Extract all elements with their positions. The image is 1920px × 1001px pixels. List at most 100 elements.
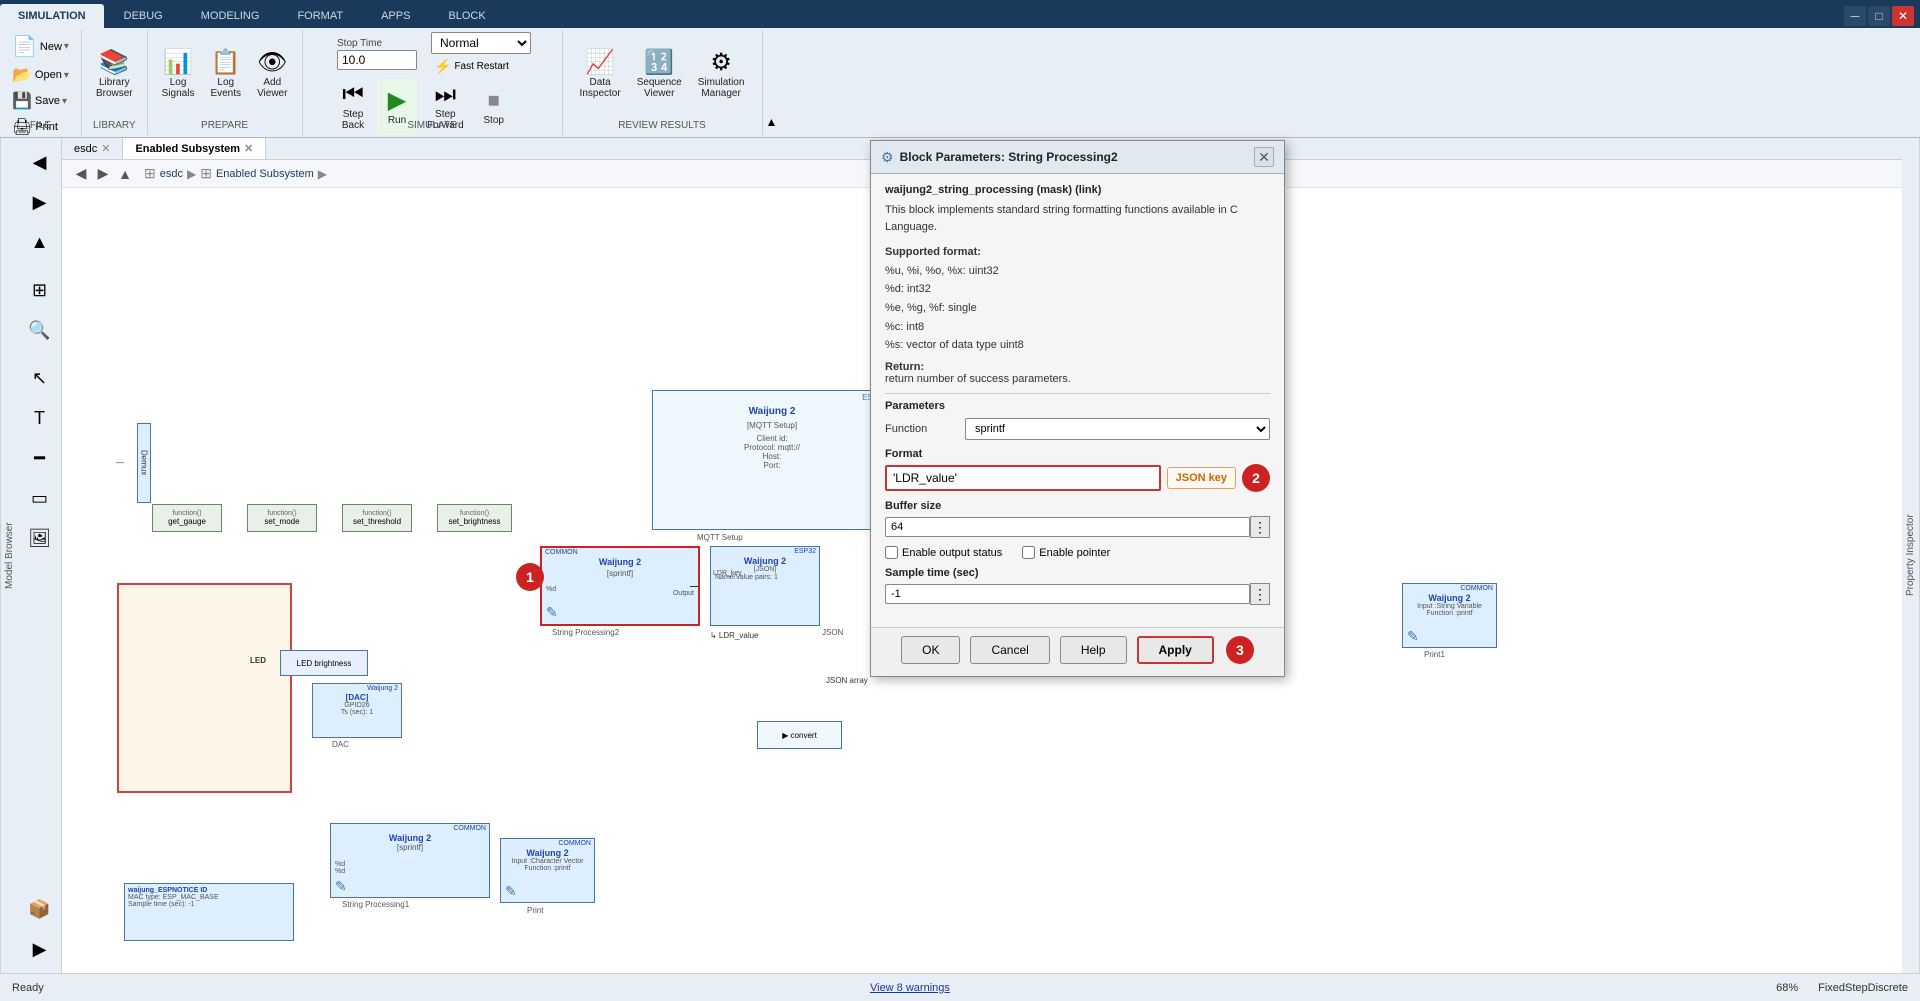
annotation-2: 2: [1242, 464, 1270, 492]
print1-block[interactable]: COMMON Waijung 2 Input :String VariableF…: [1402, 583, 1497, 648]
status-zoom: 68%: [1776, 982, 1798, 994]
tab-apps[interactable]: APPS: [363, 4, 428, 28]
waijung-mac-block[interactable]: waijung_ESPNOTICE ID MAC type: ESP_MAC_B…: [124, 883, 294, 941]
sensor-group-box: [117, 583, 292, 793]
sequence-viewer-button[interactable]: 🔢 SequenceViewer: [631, 47, 688, 103]
enable-pointer-input[interactable]: [1022, 546, 1035, 559]
status-mode: FixedStepDiscrete: [1818, 982, 1908, 994]
sidebar-navigate-fwd-btn[interactable]: ▶: [22, 184, 58, 220]
sidebar-zoom-in-btn[interactable]: 🔍: [22, 312, 58, 348]
sidebar-text-btn[interactable]: T: [22, 400, 58, 436]
dialog-return-section: Return: return number of success paramet…: [885, 361, 1270, 385]
dialog-description: This block implements standard string fo…: [885, 202, 1270, 235]
close-btn[interactable]: ✕: [1892, 6, 1914, 26]
mqtt-setup-block[interactable]: ESP32 Waijung 2 [MQTT Setup] Client id:P…: [652, 390, 892, 530]
help-button[interactable]: Help: [1060, 636, 1127, 664]
add-viewer-button[interactable]: 👁 AddViewer: [251, 47, 293, 103]
data-inspector-button[interactable]: 📈 DataInspector: [574, 47, 627, 103]
breadcrumb-subsystem[interactable]: Enabled Subsystem: [216, 168, 314, 180]
enable-pointer-checkbox[interactable]: Enable pointer: [1022, 546, 1110, 559]
led-brightness-block[interactable]: LED brightness: [280, 650, 368, 676]
dac-label: DAC: [332, 740, 349, 749]
tab-format[interactable]: FORMAT: [279, 4, 361, 28]
stop-time-input[interactable]: [337, 50, 417, 70]
enable-output-status-input[interactable]: [885, 546, 898, 559]
left-sidebar: ◀ ▶ ▲ ⊞ 🔍 ↖ T ━ ▭ 🖼 📦 ▶: [18, 138, 62, 973]
sidebar-image-btn[interactable]: 🖼: [22, 520, 58, 556]
sidebar-up-btn[interactable]: ▲: [22, 224, 58, 260]
breadcrumb-root[interactable]: esdc: [160, 168, 183, 180]
nav-up-btn[interactable]: ▲: [114, 163, 136, 185]
tab-simulation[interactable]: SIMULATION: [0, 4, 104, 28]
format-input-row: JSON key 2: [885, 464, 1270, 492]
simulate-group-label: SIMULATE: [303, 120, 562, 131]
ribbon-group-library: 📚 LibraryBrowser LIBRARY: [82, 30, 148, 135]
fast-restart-button[interactable]: ⚡ Fast Restart: [431, 57, 531, 76]
buffer-size-label: Buffer size: [885, 500, 1270, 512]
led-label: LED: [250, 656, 266, 665]
simulation-manager-button[interactable]: ⚙ SimulationManager: [692, 47, 751, 103]
minimize-btn[interactable]: ─: [1844, 6, 1866, 26]
tab-debug[interactable]: DEBUG: [106, 4, 181, 28]
enable-output-status-checkbox[interactable]: Enable output status: [885, 546, 1002, 559]
mqtt-setup-label: MQTT Setup: [697, 533, 743, 542]
nav-fwd-btn[interactable]: ▶: [92, 163, 114, 185]
json-output-label: JSON array: [826, 676, 868, 685]
maximize-btn[interactable]: □: [1868, 6, 1890, 26]
convert-block[interactable]: ▶ convert: [757, 721, 842, 749]
sidebar-library-btn[interactable]: 📦: [22, 891, 58, 927]
new-button[interactable]: 📄 New ▾: [8, 32, 73, 61]
sidebar-cursor-btn[interactable]: ↖: [22, 360, 58, 396]
dialog-body: waijung2_string_processing (mask) (link)…: [871, 174, 1284, 627]
ribbon-collapse-btn[interactable]: ▲: [763, 113, 781, 131]
dialog-close-btn[interactable]: ✕: [1254, 147, 1274, 167]
function-select[interactable]: sprintf sscanf: [965, 418, 1270, 440]
canvas-tab-enabled-subsystem[interactable]: Enabled Subsystem ✕: [123, 138, 266, 159]
ribbon-group-simulate: Stop Time Normal Accelerator Rapid Accel…: [303, 30, 563, 135]
log-events-button[interactable]: 📋 LogEvents: [204, 47, 247, 103]
status-warnings[interactable]: View 8 warnings: [870, 982, 950, 994]
nav-back-btn[interactable]: ◀: [70, 163, 92, 185]
print-label: Print: [527, 906, 543, 915]
string-processing1-block[interactable]: COMMON Waijung 2 [sprintf] %d%d ✎: [330, 823, 490, 898]
buffer-size-dropdown-btn[interactable]: ⋮: [1250, 516, 1270, 538]
library-browser-button[interactable]: 📚 LibraryBrowser: [90, 47, 139, 103]
json-block[interactable]: ESP32 Waijung 2 [JSON] Name/Value pairs:…: [710, 546, 820, 626]
model-browser-panel[interactable]: Model Browser: [0, 138, 18, 973]
tab-modeling[interactable]: MODELING: [183, 4, 278, 28]
sidebar-run-small-btn[interactable]: ▶: [22, 931, 58, 967]
dialog-function-row: Function sprintf sscanf: [885, 418, 1270, 440]
sidebar-line-btn[interactable]: ━: [22, 440, 58, 476]
sidebar-zoom-fit-btn[interactable]: ⊞: [22, 272, 58, 308]
tab-block[interactable]: BLOCK: [430, 4, 503, 28]
cancel-button[interactable]: Cancel: [970, 636, 1049, 664]
simulation-mode-select[interactable]: Normal Accelerator Rapid Accelerator: [431, 32, 531, 54]
ok-button[interactable]: OK: [901, 636, 960, 664]
canvas-tab-esdc[interactable]: esdc ✕: [62, 138, 123, 159]
sample-time-dropdown-btn[interactable]: ⋮: [1250, 583, 1270, 605]
get-gauge-block[interactable]: function() get_gauge: [152, 504, 222, 532]
property-inspector-panel[interactable]: Property Inspector: [1902, 138, 1920, 973]
set-mode-block[interactable]: function() set_mode: [247, 504, 317, 532]
open-button[interactable]: 📂 Open ▾: [8, 63, 73, 87]
string-processing2-block[interactable]: COMMON Waijung 2 [sprintf] Output %d ✎: [540, 546, 700, 626]
stop-time-area: Stop Time: [337, 38, 417, 70]
print-block[interactable]: COMMON Waijung 2 Input :Character Vector…: [500, 838, 595, 903]
format-label: Format: [885, 448, 1270, 460]
set-threshold-block[interactable]: function() set_threshold: [342, 504, 412, 532]
buffer-size-input[interactable]: [885, 517, 1250, 537]
close-enabled-subsystem-tab[interactable]: ✕: [244, 142, 253, 155]
save-button[interactable]: 💾 Save ▾: [8, 89, 73, 113]
format-input[interactable]: [885, 465, 1161, 491]
log-signals-button[interactable]: 📊 LogSignals: [156, 47, 201, 103]
sample-time-input[interactable]: [885, 584, 1250, 604]
close-esdc-tab[interactable]: ✕: [101, 142, 110, 155]
demux-block[interactable]: Demux: [137, 423, 151, 503]
dialog-titlebar: ⚙ Block Parameters: String Processing2 ✕: [871, 141, 1284, 174]
sidebar-area-btn[interactable]: ▭: [22, 480, 58, 516]
apply-button[interactable]: Apply: [1137, 636, 1214, 664]
dac-block[interactable]: Waijung 2 [DAC] GPIO26 Ts (sec): 1: [312, 683, 402, 738]
dialog-parameters-label: Parameters: [885, 393, 1270, 412]
sample-time-row: ⋮: [885, 583, 1270, 605]
set-brightness-block[interactable]: function() set_brightness: [437, 504, 512, 532]
